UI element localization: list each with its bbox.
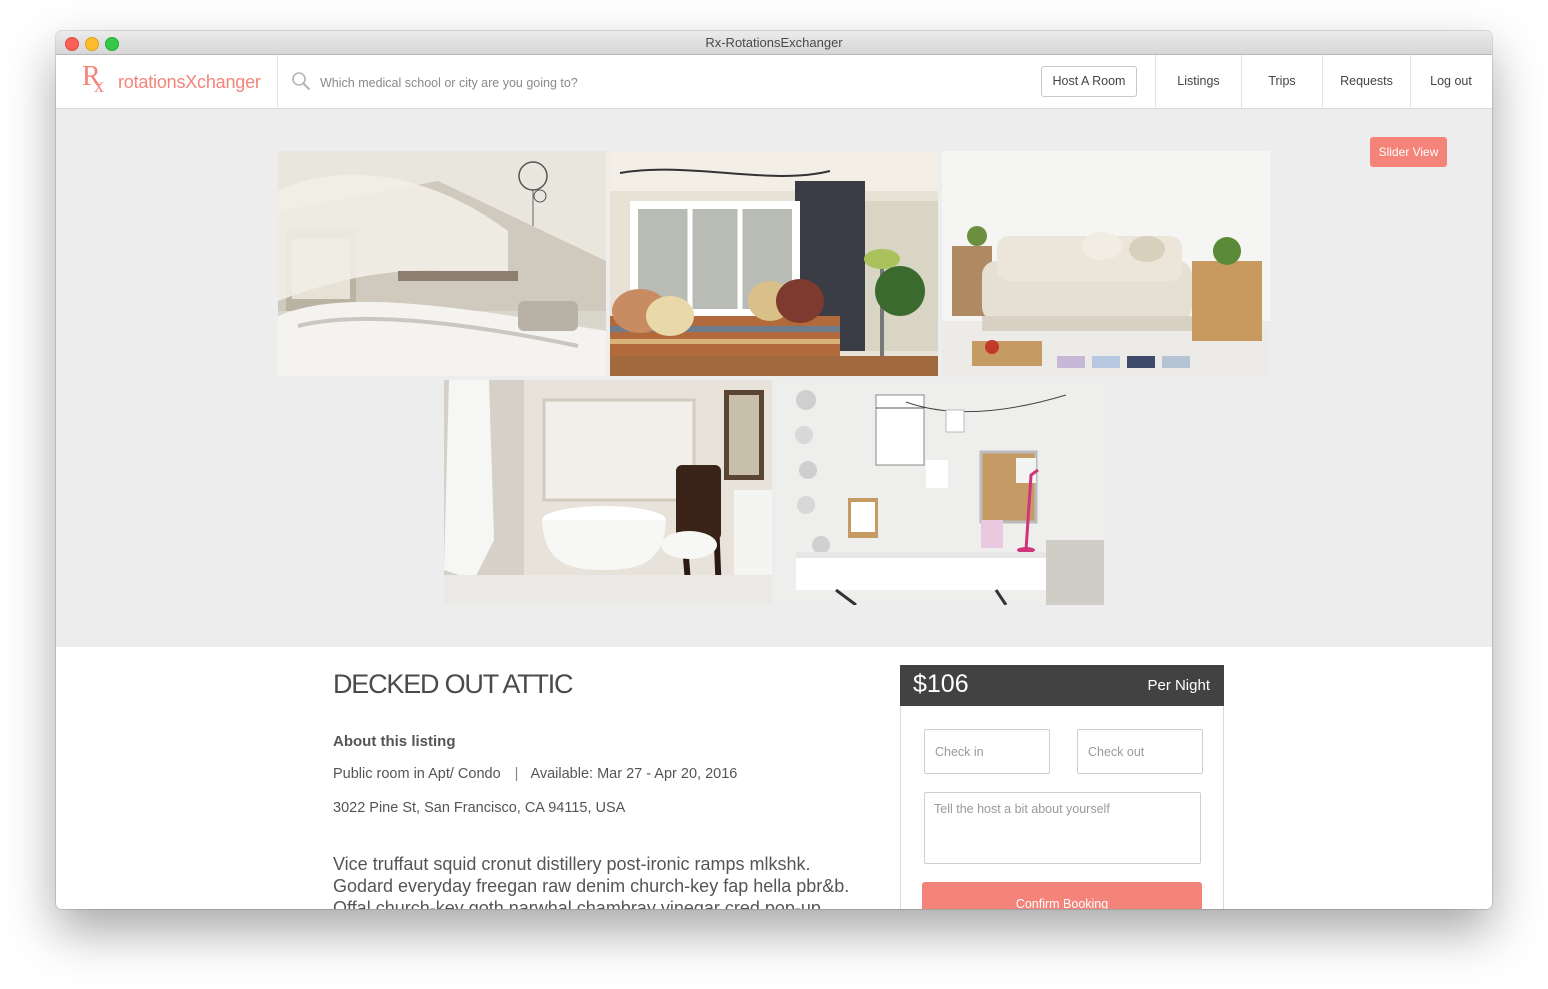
listing-photo-desk[interactable] bbox=[776, 380, 1104, 605]
brand-logo[interactable]: Rx rotationsXchanger bbox=[82, 61, 261, 98]
nav-link-log-out[interactable]: Log out bbox=[1411, 55, 1491, 108]
listing-details: DECKED OUT ATTIC About this listing Publ… bbox=[56, 647, 1492, 909]
search-icon bbox=[292, 72, 310, 90]
message-to-host-field[interactable] bbox=[924, 792, 1201, 864]
listing-photo-living-room[interactable] bbox=[942, 151, 1270, 376]
app-window: Rx-RotationsExchanger Rx rotationsXchang… bbox=[56, 31, 1492, 909]
about-listing-heading: About this listing bbox=[333, 733, 456, 750]
listing-title: DECKED OUT ATTIC bbox=[333, 669, 574, 699]
host-a-room-button[interactable]: Host A Room bbox=[1041, 66, 1137, 97]
title-bar: Rx-RotationsExchanger bbox=[56, 31, 1492, 55]
availability-dates: Available: Mar 27 - Apr 20, 2016 bbox=[530, 766, 738, 782]
nav-divider bbox=[277, 55, 278, 108]
meta-separator: | bbox=[514, 766, 519, 782]
photo-gallery: Slider View bbox=[56, 109, 1492, 647]
listing-photo-attic-bedroom[interactable] bbox=[278, 151, 606, 376]
booking-price-header: $106 Per Night bbox=[900, 665, 1224, 706]
nav-link-requests[interactable]: Requests bbox=[1323, 55, 1410, 108]
listing-photo-bathroom[interactable] bbox=[444, 380, 772, 605]
listing-photo-window-seat[interactable] bbox=[610, 151, 938, 376]
nav-link-listings[interactable]: Listings bbox=[1156, 55, 1241, 108]
booking-panel: $106 Per Night Confirm Booking bbox=[900, 665, 1224, 909]
slider-view-button[interactable]: Slider View bbox=[1370, 137, 1447, 167]
confirm-booking-button[interactable]: Confirm Booking bbox=[922, 882, 1202, 909]
search-input[interactable] bbox=[318, 68, 722, 97]
listing-meta: Public room in Apt/ Condo | Available: Mar… bbox=[333, 766, 737, 782]
nightly-price: $106 bbox=[913, 670, 969, 698]
room-type: Public room in Apt/ Condo bbox=[333, 766, 501, 782]
booking-form: Confirm Booking bbox=[900, 706, 1224, 909]
rx-logo-icon: Rx bbox=[82, 61, 104, 97]
check-out-field[interactable] bbox=[1077, 729, 1203, 774]
listing-description: Vice truffaut squid cronut distillery po… bbox=[333, 854, 850, 909]
top-navbar: Rx rotationsXchanger Host A Room Listing… bbox=[56, 55, 1492, 109]
listing-address: 3022 Pine St, San Francisco, CA 94115, U… bbox=[333, 800, 626, 816]
price-period: Per Night bbox=[1147, 677, 1210, 694]
brand-name: rotationsXchanger bbox=[118, 71, 261, 92]
check-in-field[interactable] bbox=[924, 729, 1050, 774]
nav-link-trips[interactable]: Trips bbox=[1242, 55, 1322, 108]
window-title: Rx-RotationsExchanger bbox=[705, 35, 843, 50]
